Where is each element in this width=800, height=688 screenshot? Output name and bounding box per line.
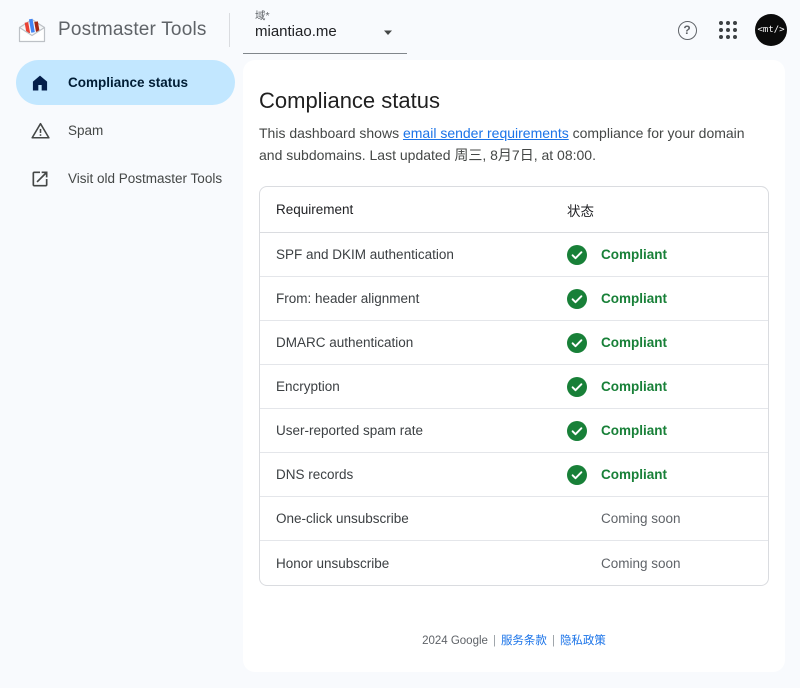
header-actions: ? <mt/> xyxy=(673,0,787,60)
domain-selector-value: miantiao.me xyxy=(255,23,337,40)
status-cell: Compliant xyxy=(567,421,667,441)
description-prefix: This dashboard shows xyxy=(259,125,403,141)
status-label: Coming soon xyxy=(601,556,681,571)
requirement-label: DNS records xyxy=(276,467,353,482)
sidebar-item-spam[interactable]: Spam xyxy=(16,108,235,153)
home-icon xyxy=(28,71,52,95)
check-circle-icon xyxy=(567,465,587,485)
status-label: Compliant xyxy=(601,423,667,438)
requirement-label: One-click unsubscribe xyxy=(276,511,409,526)
status-cell: Coming soon xyxy=(567,511,681,526)
sidebar-item-label: Spam xyxy=(68,123,103,138)
account-avatar[interactable]: <mt/> xyxy=(755,14,787,46)
domain-selector[interactable]: 域* miantiao.me xyxy=(243,4,407,54)
sidebar-item-visit-old-postmaster-tools[interactable]: Visit old Postmaster Tools xyxy=(16,156,235,201)
page-title: Compliance status xyxy=(259,88,440,114)
compliance-table-body: SPF and DKIM authentication Compliant Fr… xyxy=(260,233,768,585)
status-label: Compliant xyxy=(601,379,667,394)
check-circle-icon xyxy=(567,245,587,265)
footer-separator: | xyxy=(552,635,555,647)
google-apps-button[interactable] xyxy=(714,16,742,44)
sidebar-item-compliance-status[interactable]: Compliance status xyxy=(16,60,235,105)
compliance-table: Requirement 状态 SPF and DKIM authenticati… xyxy=(259,186,769,586)
check-circle-icon xyxy=(567,289,587,309)
status-label: Compliant xyxy=(601,247,667,262)
requirement-label: From: header alignment xyxy=(276,291,419,306)
footer-terms-link[interactable]: 服务条款 xyxy=(501,635,547,647)
status-cell: Compliant xyxy=(567,333,667,353)
header-divider xyxy=(229,13,230,47)
status-label: Compliant xyxy=(601,467,667,482)
chevron-down-icon xyxy=(383,25,393,35)
email-sender-requirements-link[interactable]: email sender requirements xyxy=(403,125,569,141)
footer-privacy-link[interactable]: 隐私政策 xyxy=(560,635,606,647)
question-mark-icon: ? xyxy=(678,21,697,40)
status-cell: Compliant xyxy=(567,245,667,265)
check-circle-icon xyxy=(567,421,587,441)
status-cell: Compliant xyxy=(567,465,667,485)
requirement-label: User-reported spam rate xyxy=(276,423,423,438)
sidebar-item-label: Visit old Postmaster Tools xyxy=(68,171,222,186)
status-cell: Compliant xyxy=(567,289,667,309)
check-circle-icon xyxy=(567,377,587,397)
requirement-label: Honor unsubscribe xyxy=(276,556,389,571)
domain-selector-label: 域* xyxy=(255,8,270,23)
table-row: DMARC authentication Compliant xyxy=(260,321,768,365)
check-circle-icon xyxy=(567,333,587,353)
postmaster-tools-page: Postmaster Tools 域* miantiao.me ? <mt/> xyxy=(0,0,800,688)
table-row: Honor unsubscribe Coming soon xyxy=(260,541,768,585)
status-label: Compliant xyxy=(601,335,667,350)
requirement-label: DMARC authentication xyxy=(276,335,413,350)
apps-grid-icon xyxy=(719,21,737,39)
page-description: This dashboard shows email sender requir… xyxy=(259,122,767,166)
column-header-requirement: Requirement xyxy=(276,202,353,217)
footer-copyright: 2024 Google xyxy=(422,635,488,647)
requirement-label: Encryption xyxy=(276,379,340,394)
table-row: Encryption Compliant xyxy=(260,365,768,409)
brand: Postmaster Tools xyxy=(0,15,207,45)
footer-separator: | xyxy=(493,635,496,647)
main-content-card: Compliance status This dashboard shows e… xyxy=(243,60,785,672)
top-app-bar: Postmaster Tools 域* miantiao.me ? <mt/> xyxy=(0,0,800,60)
postmaster-tools-logo-icon xyxy=(16,15,48,45)
column-header-status: 状态 xyxy=(567,200,594,220)
table-header-row: Requirement 状态 xyxy=(260,187,768,233)
status-cell: Compliant xyxy=(567,377,667,397)
table-row: User-reported spam rate Compliant xyxy=(260,409,768,453)
table-row: From: header alignment Compliant xyxy=(260,277,768,321)
status-label: Compliant xyxy=(601,291,667,306)
table-row: DNS records Compliant xyxy=(260,453,768,497)
status-label: Coming soon xyxy=(601,511,681,526)
status-cell: Coming soon xyxy=(567,556,681,571)
open-in-new-icon xyxy=(28,167,52,191)
warning-triangle-icon xyxy=(28,119,52,143)
app-title: Postmaster Tools xyxy=(58,19,207,41)
sidebar: Compliance status Spam Visit old Postmas… xyxy=(0,60,243,201)
table-row: SPF and DKIM authentication Compliant xyxy=(260,233,768,277)
sidebar-item-label: Compliance status xyxy=(68,75,188,90)
help-button[interactable]: ? xyxy=(673,16,701,44)
table-row: One-click unsubscribe Coming soon xyxy=(260,497,768,541)
requirement-label: SPF and DKIM authentication xyxy=(276,247,454,262)
footer: 2024 Google | 服务条款 | 隐私政策 xyxy=(243,632,785,648)
